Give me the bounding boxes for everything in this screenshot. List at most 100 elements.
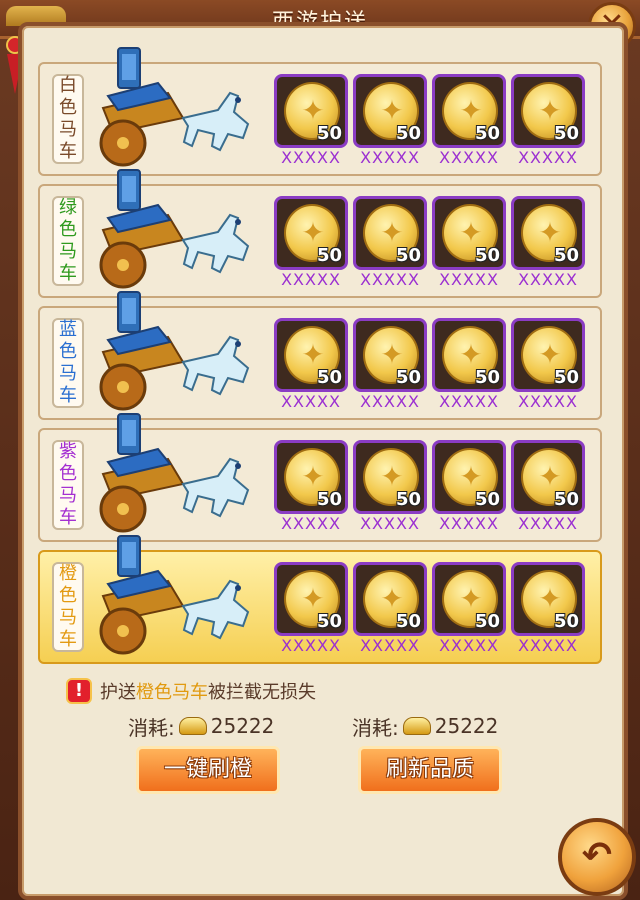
item-name: XXXXX	[439, 636, 499, 655]
item-slot: ✦ 50	[511, 196, 585, 270]
cost-amount: 25222	[434, 714, 499, 738]
item-name: XXXXX	[281, 270, 341, 289]
one-click-orange-button[interactable]: 一键刷橙	[136, 746, 280, 794]
carriage-label-char: 马	[59, 241, 77, 262]
item-slot: ✦ 50	[274, 196, 348, 270]
carriage-label: 橙色马车	[52, 562, 84, 652]
carriage-label-char: 橙	[59, 563, 77, 584]
carriage-row[interactable]: 橙色马车 ✦ 50 XXXXX ✦ 50 XXXXX ✦ 50 XXXXX ✦ …	[38, 535, 602, 664]
carriage-label-char: 色	[59, 463, 77, 484]
item-quantity: 50	[395, 245, 421, 266]
item-name: XXXXX	[518, 514, 578, 533]
item-quantity: 50	[316, 245, 342, 266]
item-slot: ✦ 50	[353, 318, 427, 392]
item-slot: ✦ 50	[353, 196, 427, 270]
cost-left: 消耗: 25222	[128, 712, 274, 740]
item-slot: ✦ 50	[353, 74, 427, 148]
reward-item[interactable]: ✦ 50 XXXXX	[353, 318, 427, 414]
carriage-label-char: 马	[59, 363, 77, 384]
item-quantity: 50	[553, 611, 579, 632]
carriage-label: 绿色马车	[52, 196, 84, 286]
reward-item[interactable]: ✦ 50 XXXXX	[274, 440, 348, 536]
item-slot: ✦ 50	[274, 318, 348, 392]
carriage-row[interactable]: 绿色马车 ✦ 50 XXXXX ✦ 50 XXXXX ✦ 50 XXXXX ✦ …	[38, 169, 602, 298]
escort-notice: ! 护送橙色马车被拦截无损失	[66, 676, 316, 706]
item-quantity: 50	[395, 489, 421, 510]
reward-item[interactable]: ✦ 50 XXXXX	[274, 196, 348, 292]
reward-items: ✦ 50 XXXXX ✦ 50 XXXXX ✦ 50 XXXXX ✦ 50 XX…	[274, 196, 594, 292]
carriage-label-char: 色	[59, 341, 77, 362]
item-name: XXXXX	[518, 270, 578, 289]
item-name: XXXXX	[360, 270, 420, 289]
horse-carriage-icon	[88, 404, 258, 544]
item-name: XXXXX	[439, 514, 499, 533]
notice-suffix: 被拦截无损失	[208, 682, 316, 703]
item-quantity: 50	[474, 245, 500, 266]
item-slot: ✦ 50	[511, 318, 585, 392]
item-quantity: 50	[316, 489, 342, 510]
item-slot: ✦ 50	[432, 562, 506, 636]
carriage-row[interactable]: 白色马车 ✦ 50 XXXXX ✦ 50 XXXXX ✦ 50 XXXXX ✦ …	[38, 47, 602, 176]
reward-item[interactable]: ✦ 50 XXXXX	[511, 562, 585, 658]
carriage-row[interactable]: 蓝色马车 ✦ 50 XXXXX ✦ 50 XXXXX ✦ 50 XXXXX ✦ …	[38, 291, 602, 420]
item-quantity: 50	[553, 489, 579, 510]
reward-item[interactable]: ✦ 50 XXXXX	[353, 196, 427, 292]
item-quantity: 50	[474, 367, 500, 388]
item-quantity: 50	[395, 123, 421, 144]
item-name: XXXXX	[281, 392, 341, 411]
carriage-label: 白色马车	[52, 74, 84, 164]
carriage-label-char: 色	[59, 97, 77, 118]
reward-item[interactable]: ✦ 50 XXXXX	[353, 74, 427, 170]
carriage-label-char: 车	[59, 141, 77, 162]
carriage-label-char: 车	[59, 629, 77, 650]
reward-item[interactable]: ✦ 50 XXXXX	[432, 440, 506, 536]
item-name: XXXXX	[360, 636, 420, 655]
reward-items: ✦ 50 XXXXX ✦ 50 XXXXX ✦ 50 XXXXX ✦ 50 XX…	[274, 74, 594, 170]
back-button[interactable]: ↶	[558, 818, 636, 896]
reward-item[interactable]: ✦ 50 XXXXX	[353, 440, 427, 536]
exclamation-icon: !	[66, 678, 92, 704]
reward-item[interactable]: ✦ 50 XXXXX	[274, 318, 348, 414]
item-name: XXXXX	[281, 636, 341, 655]
reward-item[interactable]: ✦ 50 XXXXX	[274, 562, 348, 658]
refresh-quality-button[interactable]: 刷新品质	[358, 746, 502, 794]
reward-item[interactable]: ✦ 50 XXXXX	[511, 196, 585, 292]
item-slot: ✦ 50	[511, 562, 585, 636]
reward-item[interactable]: ✦ 50 XXXXX	[511, 440, 585, 536]
carriage-label-char: 马	[59, 119, 77, 140]
horse-carriage-icon	[88, 38, 258, 178]
cost-amount: 25222	[210, 714, 275, 738]
reward-item[interactable]: ✦ 50 XXXXX	[511, 318, 585, 414]
back-arrow-icon: ↶	[581, 835, 613, 876]
carriage-label-char: 色	[59, 219, 77, 240]
item-quantity: 50	[395, 367, 421, 388]
item-name: XXXXX	[360, 392, 420, 411]
notice-prefix: 护送	[100, 682, 136, 703]
item-name: XXXXX	[439, 270, 499, 289]
item-name: XXXXX	[439, 148, 499, 167]
reward-item[interactable]: ✦ 50 XXXXX	[432, 74, 506, 170]
item-name: XXXXX	[518, 636, 578, 655]
reward-item[interactable]: ✦ 50 XXXXX	[353, 562, 427, 658]
reward-item[interactable]: ✦ 50 XXXXX	[274, 74, 348, 170]
carriage-label: 紫色马车	[52, 440, 84, 530]
reward-item[interactable]: ✦ 50 XXXXX	[432, 318, 506, 414]
reward-item[interactable]: ✦ 50 XXXXX	[432, 562, 506, 658]
item-quantity: 50	[553, 367, 579, 388]
horse-carriage-icon	[88, 160, 258, 300]
carriage-label-char: 马	[59, 607, 77, 628]
gold-ingot-icon	[402, 717, 431, 735]
item-name: XXXXX	[439, 392, 499, 411]
item-slot: ✦ 50	[274, 562, 348, 636]
carriage-label-char: 紫	[59, 441, 77, 462]
horse-carriage-icon	[88, 282, 258, 422]
carriage-row[interactable]: 紫色马车 ✦ 50 XXXXX ✦ 50 XXXXX ✦ 50 XXXXX ✦ …	[38, 413, 602, 542]
item-name: XXXXX	[281, 514, 341, 533]
item-quantity: 50	[553, 123, 579, 144]
item-quantity: 50	[316, 123, 342, 144]
item-slot: ✦ 50	[511, 440, 585, 514]
item-slot: ✦ 50	[353, 562, 427, 636]
reward-item[interactable]: ✦ 50 XXXXX	[432, 196, 506, 292]
item-slot: ✦ 50	[432, 74, 506, 148]
reward-item[interactable]: ✦ 50 XXXXX	[511, 74, 585, 170]
